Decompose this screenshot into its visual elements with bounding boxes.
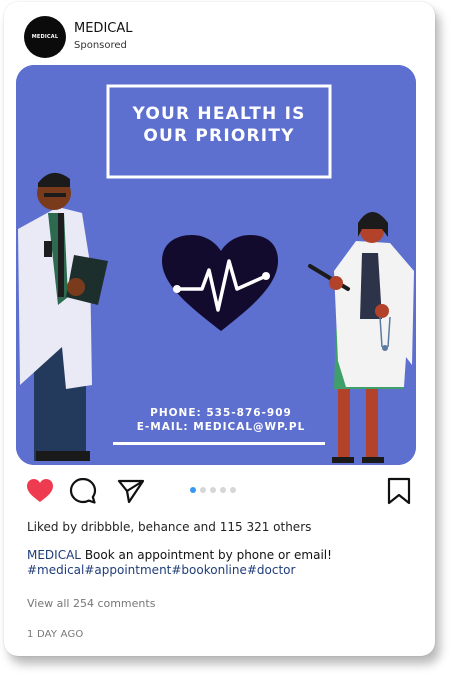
caption-handle[interactable]: MEDICAL	[27, 548, 81, 562]
carousel-dot[interactable]	[220, 487, 226, 493]
send-icon[interactable]	[116, 476, 146, 506]
likes-count[interactable]: Liked by dribbble, behance and 115 321 o…	[27, 520, 311, 534]
action-bar	[24, 476, 416, 508]
post-timestamp: 1 DAY AGO	[27, 629, 84, 640]
avatar-text: MEDICAL	[31, 34, 59, 40]
carousel-dot[interactable]	[230, 487, 236, 493]
contact-underline	[113, 442, 325, 445]
carousel-indicator	[190, 487, 236, 493]
contact-phone: PHONE: 535-876-909	[150, 407, 292, 419]
view-comments-link[interactable]: View all 254 comments	[27, 597, 155, 610]
sponsored-label: Sponsored	[74, 40, 127, 51]
contact-email: E-MAIL: MEDICAL@WP.PL	[137, 421, 306, 433]
post-caption: MEDICAL Book an appointment by phone or …	[27, 548, 407, 578]
avatar[interactable]: MEDICAL	[24, 16, 66, 58]
carousel-dot[interactable]	[210, 487, 216, 493]
headline-line-1: YOUR HEALTH IS	[131, 104, 305, 124]
carousel-dot[interactable]	[200, 487, 206, 493]
bookmark-icon[interactable]	[384, 476, 414, 506]
headline-line-2: OUR PRIORITY	[143, 126, 294, 146]
comment-icon[interactable]	[68, 476, 98, 506]
heart-filled-icon[interactable]	[25, 476, 55, 506]
post-image[interactable]: YOUR HEALTH IS OUR PRIORITY PHONE: 535-8…	[16, 65, 416, 465]
post-card: MEDICAL MEDICAL Sponsored YOUR HEALTH IS…	[4, 2, 435, 656]
post-header: MEDICAL MEDICAL Sponsored	[24, 16, 414, 58]
carousel-dot[interactable]	[190, 487, 196, 493]
caption-text: Book an appointment by phone or email!	[81, 548, 332, 562]
caption-hashtags[interactable]: #medical#appointment#bookonline#doctor	[27, 563, 295, 577]
account-name[interactable]: MEDICAL	[74, 21, 133, 36]
